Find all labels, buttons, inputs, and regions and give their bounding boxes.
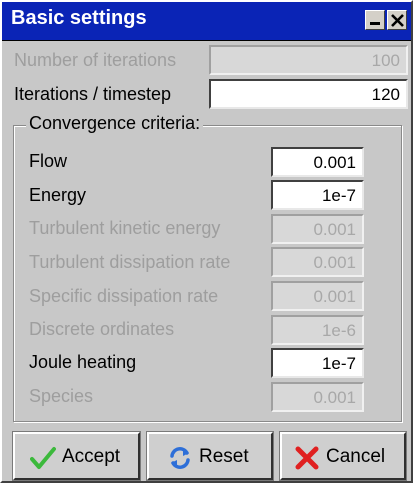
reset-button[interactable]: Reset bbox=[146, 431, 274, 481]
cancel-button[interactable]: Cancel bbox=[279, 431, 407, 481]
discrete-ordinates-label: Discrete ordinates bbox=[29, 319, 175, 339]
discrete-ordinates-field: 1e-6 bbox=[271, 315, 364, 345]
turbulent-dissipation-rate-label: Turbulent dissipation rate bbox=[29, 252, 231, 272]
refresh-icon bbox=[170, 447, 190, 469]
energy-label: Energy bbox=[29, 185, 87, 205]
minimize-icon bbox=[370, 22, 380, 25]
accept-button[interactable]: Accept bbox=[12, 431, 141, 481]
number-of-iterations-field: 100 bbox=[209, 45, 408, 75]
specific-dissipation-rate-field: 0.001 bbox=[271, 281, 364, 311]
basic-settings-dialog: Basic settings Number of iterations 100 … bbox=[0, 0, 413, 483]
minimize-button[interactable] bbox=[365, 10, 385, 30]
convergence-criteria-title: Convergence criteria: bbox=[26, 113, 204, 134]
cancel-label: Cancel bbox=[326, 446, 386, 467]
iterations-per-timestep-label: Iterations / timestep bbox=[14, 84, 172, 104]
iterations-per-timestep-field[interactable]: 120 bbox=[209, 79, 408, 109]
turbulent-kinetic-energy-label: Turbulent kinetic energy bbox=[29, 218, 221, 238]
joule-heating-field[interactable]: 1e-7 bbox=[271, 348, 364, 378]
window-title: Basic settings bbox=[11, 7, 147, 29]
cross-icon bbox=[295, 446, 319, 470]
joule-heating-label: Joule heating bbox=[29, 352, 137, 372]
title-bar[interactable]: Basic settings bbox=[2, 2, 411, 41]
close-button[interactable] bbox=[387, 10, 407, 30]
species-label: Species bbox=[29, 386, 94, 406]
species-field: 0.001 bbox=[271, 382, 364, 412]
checkmark-icon bbox=[30, 447, 56, 469]
turbulent-kinetic-energy-field: 0.001 bbox=[271, 214, 364, 244]
flow-label: Flow bbox=[29, 151, 68, 171]
turbulent-dissipation-rate-field: 0.001 bbox=[271, 247, 364, 277]
close-icon bbox=[391, 14, 404, 27]
reset-label: Reset bbox=[199, 446, 249, 467]
accept-label: Accept bbox=[62, 446, 121, 467]
specific-dissipation-rate-label: Specific dissipation rate bbox=[29, 286, 219, 306]
number-of-iterations-label: Number of iterations bbox=[14, 50, 177, 70]
energy-field[interactable]: 1e-7 bbox=[271, 180, 364, 210]
flow-field[interactable]: 0.001 bbox=[271, 147, 364, 177]
